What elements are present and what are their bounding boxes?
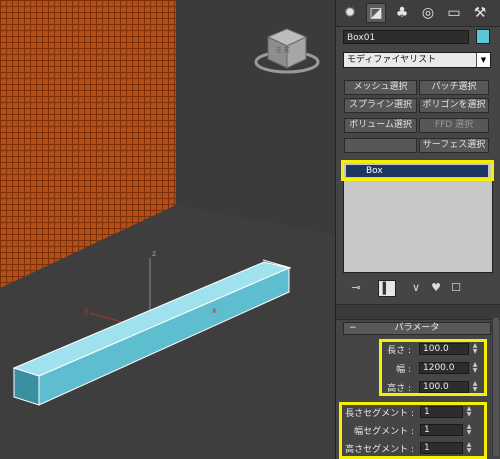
show-end-result-icon[interactable]: ▍ xyxy=(378,280,396,297)
stack-highlight-frame xyxy=(341,160,494,181)
z-axis-label: z xyxy=(152,249,156,258)
panel-separator xyxy=(336,304,500,320)
command-panel: ✹ ◪ ♣ ◎ ▭ ⚒ Box01 モディファイヤリスト ▼ メッシュ選択 パッ… xyxy=(335,0,500,459)
command-panel-tabs: ✹ ◪ ♣ ◎ ▭ ⚒ xyxy=(336,0,500,27)
modifier-list-label: モディファイヤリスト xyxy=(347,55,437,65)
ffd-select-button[interactable]: FFD 選択 xyxy=(419,118,489,133)
utilities-icon[interactable]: ⚒ xyxy=(470,3,490,23)
mesh-select-button[interactable]: メッシュ選択 xyxy=(344,80,417,95)
y-axis-label: y xyxy=(84,306,89,315)
rollout-title: パラメータ xyxy=(394,323,440,333)
dimensions-highlight-frame xyxy=(379,339,487,396)
panel-scrollbar[interactable] xyxy=(492,318,499,456)
collapse-icon[interactable]: − xyxy=(349,323,357,334)
configure-modifier-sets-icon[interactable]: ☐ xyxy=(448,280,464,295)
object-name-field[interactable]: Box01 xyxy=(343,30,469,44)
segments-highlight-frame xyxy=(339,402,487,459)
make-unique-icon[interactable]: ∨ xyxy=(408,280,424,295)
remove-modifier-icon[interactable]: ♥ xyxy=(428,280,444,295)
spline-select-button[interactable]: スプライン選択 xyxy=(344,98,417,113)
dropdown-arrow-icon[interactable]: ▼ xyxy=(476,53,490,67)
create-icon[interactable]: ✹ xyxy=(340,3,360,23)
modifier-list-dropdown[interactable]: モディファイヤリスト ▼ xyxy=(343,52,491,68)
patch-select-button[interactable]: パッチ選択 xyxy=(419,80,489,95)
empty-modifier-button[interactable] xyxy=(344,138,417,153)
x-axis-label: x xyxy=(212,306,217,315)
surface-select-button[interactable]: サーフェス選択 xyxy=(419,138,489,153)
modify-icon[interactable]: ◪ xyxy=(366,3,386,23)
viewcube-face-label: 左 前 xyxy=(276,47,290,54)
object-color-swatch[interactable] xyxy=(476,29,490,44)
pin-stack-icon[interactable]: ⊸ xyxy=(348,280,364,295)
hierarchy-icon[interactable]: ♣ xyxy=(392,3,412,23)
volume-select-button[interactable]: ボリューム選択 xyxy=(344,118,417,133)
display-icon[interactable]: ▭ xyxy=(444,3,464,23)
motion-icon[interactable]: ◎ xyxy=(418,3,438,23)
perspective-viewport[interactable]: z x y 左 前 xyxy=(0,0,335,459)
poly-select-button[interactable]: ポリゴンを選択 xyxy=(419,98,489,113)
parameters-rollout-header[interactable]: − パラメータ xyxy=(343,322,491,335)
